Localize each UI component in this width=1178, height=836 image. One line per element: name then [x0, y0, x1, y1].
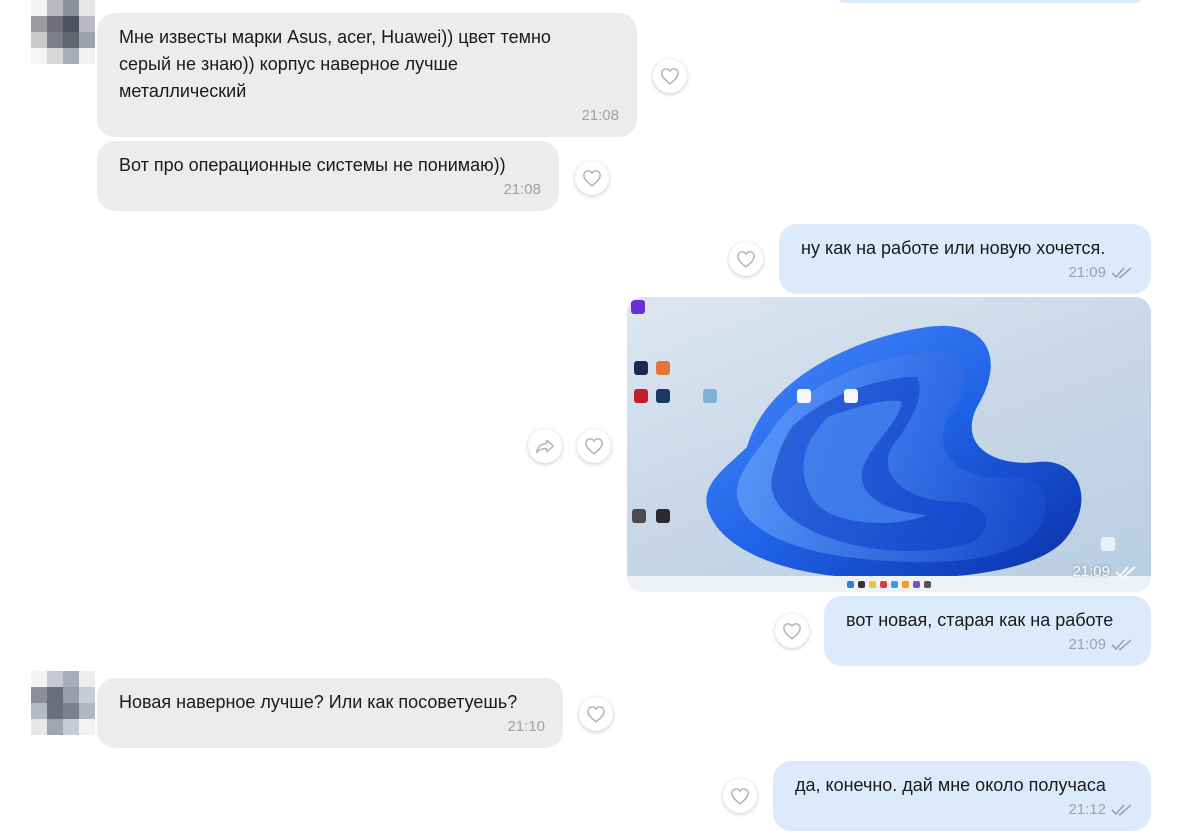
- app-icon: [634, 389, 648, 403]
- message-timestamp: 21:08: [581, 107, 619, 124]
- share-arrow-icon: [535, 439, 555, 454]
- like-button[interactable]: [729, 242, 763, 276]
- double-check-icon: [1115, 565, 1137, 578]
- file-icon: [844, 389, 858, 403]
- like-button[interactable]: [575, 161, 609, 195]
- message-text: Вот про операционные системы не понимаю)…: [119, 155, 506, 175]
- heart-outline-icon: [585, 438, 603, 455]
- like-button[interactable]: [579, 697, 613, 731]
- app-icon: [656, 361, 670, 375]
- heart-outline-icon: [661, 68, 679, 85]
- avatar[interactable]: [31, 0, 95, 64]
- app-icon: [631, 300, 645, 314]
- previous-message-edge: [840, 0, 1140, 3]
- message-timestamp: 21:09: [1068, 631, 1133, 658]
- image-attachment-desktop-screenshot[interactable]: 21:09: [627, 297, 1151, 592]
- double-check-icon: [1111, 803, 1133, 816]
- message-text: Мне известы марки Asus, acer, Huawei)) ц…: [119, 27, 551, 101]
- heart-outline-icon: [783, 623, 801, 640]
- heart-outline-icon: [587, 706, 605, 723]
- double-check-icon: [1111, 638, 1133, 651]
- message-text: да, конечно. дай мне около получаса: [795, 775, 1106, 795]
- time-label: 21:12: [1068, 801, 1106, 818]
- recycle-bin-icon: [1101, 537, 1115, 551]
- message-text: ну как на работе или новую хочется.: [801, 238, 1106, 258]
- share-button[interactable]: [528, 429, 562, 463]
- message-text: Новая наверное лучше? Или как посоветуеш…: [119, 692, 518, 712]
- app-icon: [656, 509, 670, 523]
- heart-outline-icon: [737, 251, 755, 268]
- message-bubble-incoming[interactable]: Новая наверное лучше? Или как посоветуеш…: [97, 678, 563, 748]
- time-label: 21:09: [1068, 264, 1106, 281]
- windows-bloom-wallpaper: [706, 325, 1082, 579]
- message-text: вот новая, старая как на работе: [846, 610, 1114, 630]
- heart-outline-icon: [731, 788, 749, 805]
- message-timestamp: 21:12: [1068, 796, 1133, 823]
- message-bubble-outgoing[interactable]: вот новая, старая как на работе 21:09: [824, 596, 1151, 666]
- like-button[interactable]: [723, 779, 757, 813]
- heart-outline-icon: [583, 170, 601, 187]
- app-icon: [632, 509, 646, 523]
- double-check-icon: [1111, 266, 1133, 279]
- message-bubble-incoming[interactable]: Мне известы марки Asus, acer, Huawei)) ц…: [97, 13, 637, 137]
- recycle-bin-icon: [703, 389, 717, 403]
- message-timestamp: 21:09: [1072, 563, 1137, 580]
- like-button[interactable]: [653, 59, 687, 93]
- message-bubble-incoming[interactable]: Вот про операционные системы не понимаю)…: [97, 141, 559, 211]
- message-bubble-outgoing[interactable]: ну как на работе или новую хочется. 21:0…: [779, 224, 1151, 294]
- time-label: 21:09: [1068, 636, 1106, 653]
- like-button[interactable]: [775, 614, 809, 648]
- message-timestamp: 21:08: [503, 181, 541, 198]
- file-icon: [797, 389, 811, 403]
- message-bubble-outgoing[interactable]: да, конечно. дай мне около получаса 21:1…: [773, 761, 1151, 831]
- steam-icon: [656, 389, 670, 403]
- message-timestamp: 21:10: [507, 718, 545, 735]
- avatar[interactable]: [31, 671, 95, 735]
- app-icon: [634, 361, 648, 375]
- like-button[interactable]: [577, 429, 611, 463]
- message-timestamp: 21:09: [1068, 259, 1133, 286]
- time-label: 21:09: [1072, 563, 1110, 580]
